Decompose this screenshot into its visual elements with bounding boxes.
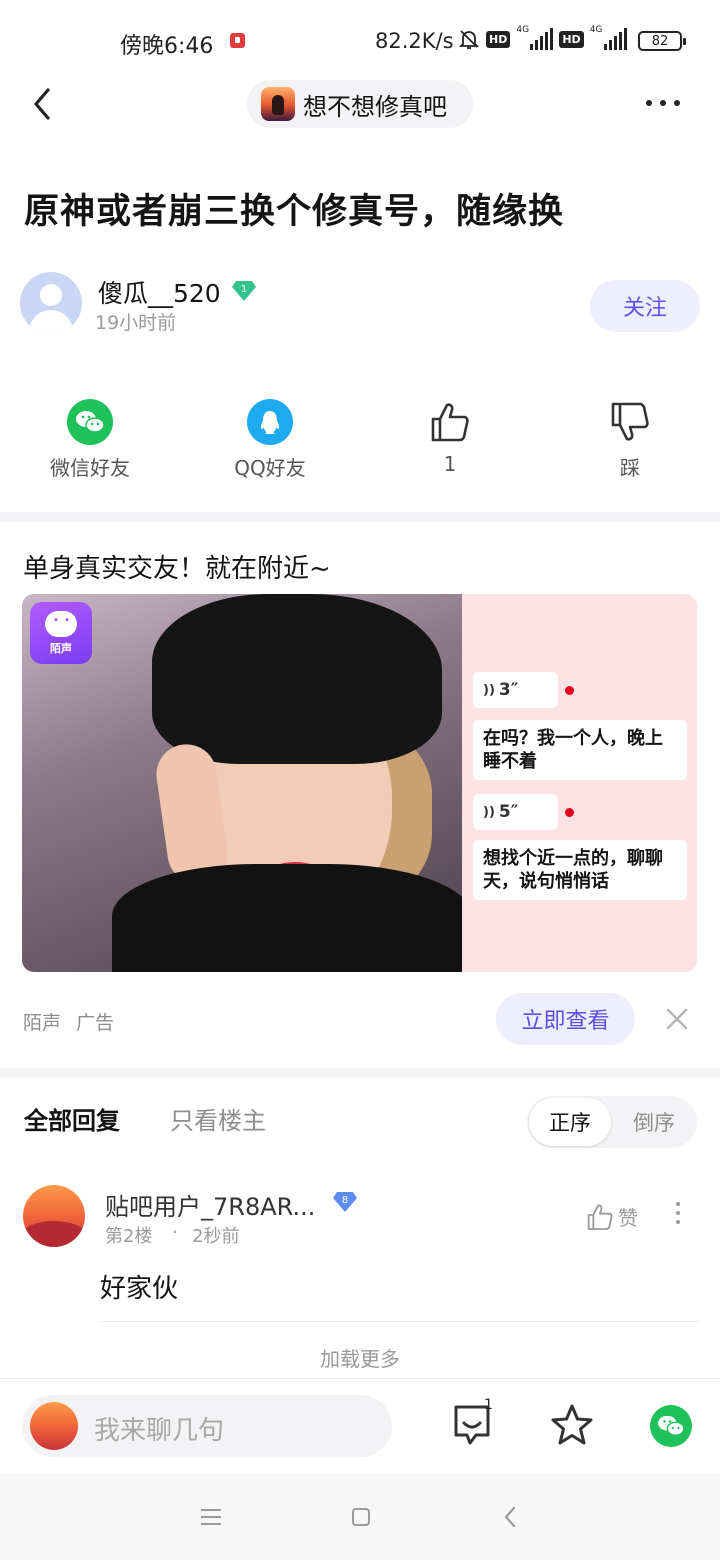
star-icon[interactable] (550, 1403, 594, 1447)
follow-button[interactable]: 关注 (590, 280, 700, 332)
thumbs-down-icon (611, 402, 649, 441)
svg-text:1: 1 (241, 284, 247, 295)
menu-icon[interactable] (201, 1509, 221, 1525)
reply-like-button[interactable]: 赞 (586, 1202, 638, 1231)
ad-app-logo: 陌声 (30, 602, 92, 664)
my-avatar (30, 1402, 78, 1450)
section-divider-2 (0, 1068, 720, 1078)
status-time: 傍晚6:46 (120, 34, 214, 59)
home-icon[interactable] (352, 1508, 370, 1526)
dislike-button[interactable]: 踩 (560, 398, 700, 481)
reply-time: 2秒前 (192, 1226, 240, 1247)
post-title: 原神或者崩三换个修真号，随缘换 (24, 192, 565, 232)
voice-bubble-2: )) 5″ (473, 794, 574, 830)
message-bubble-1: 在吗？我一个人，晚上睡不着 (473, 720, 687, 780)
forum-chip[interactable]: 想不想修真吧 (247, 80, 473, 128)
wechat-share-icon[interactable] (650, 1405, 692, 1447)
share-wechat-label: 微信好友 (50, 456, 130, 480)
voice-duration-2: 5″ (498, 802, 519, 822)
signal-icon: 4G (516, 25, 554, 50)
reply-like-label: 赞 (618, 1206, 638, 1230)
author-name[interactable]: 傻瓜__520 (98, 274, 221, 310)
author-row: 傻瓜__520 1 19小时前 关注 (20, 270, 700, 338)
bottom-bar: 我来聊几句 1 (0, 1378, 720, 1474)
hd-icon-2: HD (559, 30, 584, 48)
load-more[interactable]: 加载更多 (0, 1343, 720, 1372)
sort-desc-button[interactable]: 倒序 (613, 1098, 695, 1146)
thumbs-up-icon (431, 403, 469, 442)
back-arrow-icon[interactable] (30, 86, 56, 122)
like-count: 1 (443, 452, 457, 476)
forum-avatar (261, 87, 295, 121)
battery-icon: 82 (638, 31, 686, 51)
comment-count: 1 (484, 1397, 493, 1413)
reply-floor: 第2楼 (105, 1226, 153, 1247)
more-options-icon[interactable] (646, 100, 680, 106)
system-nav-bar (0, 1474, 720, 1560)
share-wechat-button[interactable]: 微信好友 (20, 398, 160, 481)
ad-title[interactable]: 单身真实交友！就在附近~ (23, 548, 331, 585)
dislike-label: 踩 (620, 456, 640, 480)
close-icon[interactable] (664, 1006, 690, 1032)
reply-item: 贴吧用户_7R8AR... 8 第2楼 · 2秒前 赞 好家伙 (0, 1180, 720, 1330)
qq-icon (247, 399, 293, 445)
like-button[interactable]: 1 (380, 398, 520, 476)
level-badge-icon: 1 (232, 281, 256, 301)
ad-view-button[interactable]: 立即查看 (496, 993, 635, 1045)
network-speed: 82.2K/s (375, 29, 454, 53)
tab-all-replies[interactable]: 全部回复 (24, 1101, 120, 1136)
net-type-label-2: 4G (589, 25, 603, 35)
tab-op-only[interactable]: 只看楼主 (170, 1101, 266, 1136)
notification-icon (230, 33, 245, 48)
reply-username[interactable]: 贴吧用户_7R8AR... (105, 1187, 315, 1222)
reply-separator: · (172, 1222, 178, 1243)
reply-avatar[interactable] (23, 1185, 85, 1247)
back-icon[interactable] (503, 1506, 517, 1528)
reply-text: 好家伙 (100, 1274, 179, 1304)
net-type-label: 4G (516, 25, 530, 35)
ad-tag: 广告 (76, 1012, 115, 1034)
reply-divider (100, 1321, 698, 1322)
forum-name: 想不想修真吧 (303, 92, 447, 121)
comment-input[interactable]: 我来聊几句 (22, 1395, 392, 1457)
sort-switch: 正序 倒序 (527, 1096, 697, 1148)
voice-duration-1: 3″ (498, 680, 519, 700)
reply-more-icon[interactable] (676, 1202, 680, 1224)
post-actions: 微信好友 QQ好友 1 踩 (0, 398, 720, 488)
voice-bubble-1: )) 3″ (473, 672, 574, 708)
wechat-icon (67, 399, 113, 445)
share-qq-label: QQ好友 (234, 456, 306, 480)
message-bubble-2: 想找个近一点的，聊聊天，说句悄悄话 (473, 840, 687, 900)
top-nav: 想不想修真吧 (0, 80, 720, 128)
thumbs-up-icon (587, 1204, 613, 1230)
comment-input-placeholder: 我来聊几句 (94, 1416, 225, 1446)
ad-source: 陌声 (23, 1012, 62, 1034)
section-divider (0, 512, 720, 522)
ad-photo: 陌声 (22, 594, 462, 972)
hd-icon: HD (486, 30, 511, 48)
level-badge-icon: 8 (333, 1192, 357, 1212)
signal-icon-2: 4G (589, 25, 627, 50)
sort-asc-button[interactable]: 正序 (529, 1098, 611, 1146)
mute-bell-icon (458, 30, 480, 49)
author-avatar[interactable] (20, 272, 82, 334)
share-qq-button[interactable]: QQ好友 (200, 398, 340, 481)
status-icons: HD 4G HD 4G (458, 25, 627, 50)
ad-app-badge: 陌声 (50, 641, 72, 655)
author-post-time: 19小时前 (95, 312, 177, 334)
ad-image[interactable]: 陌声 ))3″ 在吗？我一个人，晚上睡不着 ))5″ 想找个近一点的，聊聊天，说… (22, 594, 697, 972)
status-bar: 傍晚6:46 82.2K/s HD 4G HD 4G 82 (0, 0, 720, 80)
svg-text:8: 8 (342, 1195, 348, 1206)
